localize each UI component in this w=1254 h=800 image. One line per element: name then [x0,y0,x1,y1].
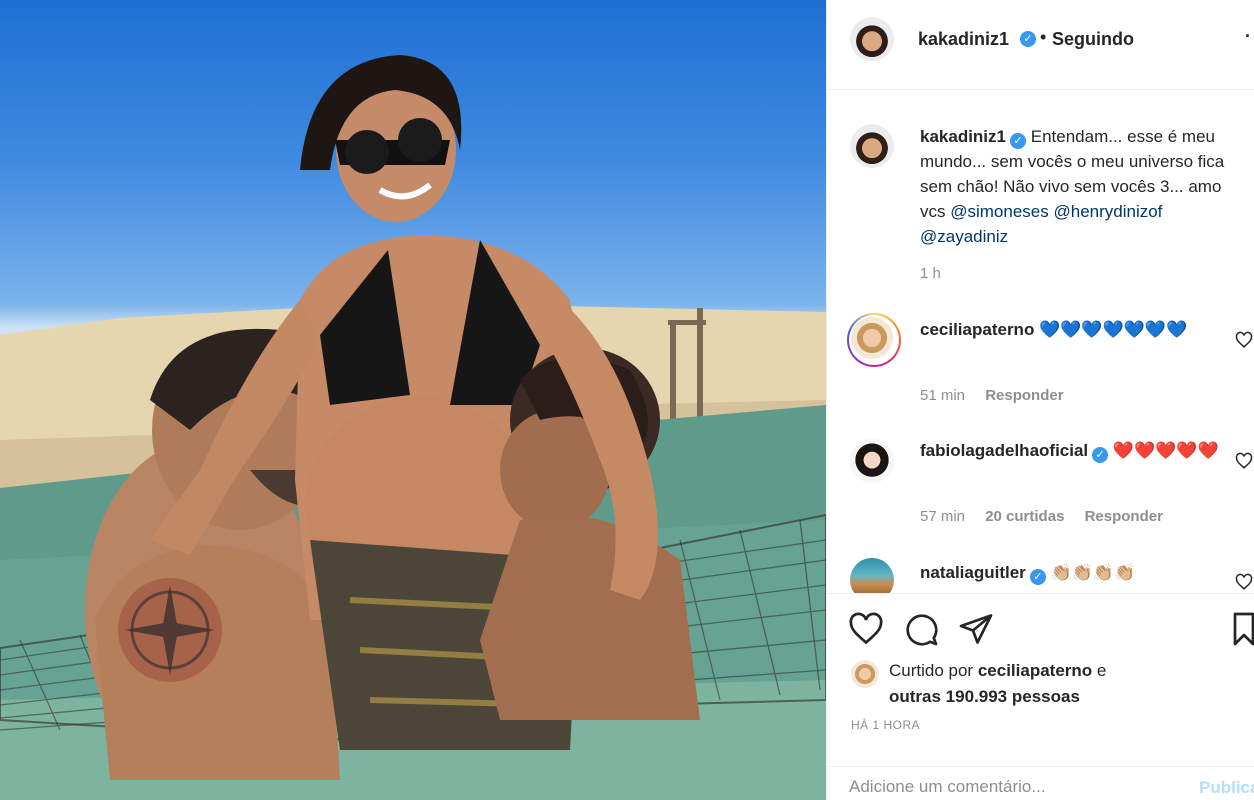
share-icon[interactable] [958,611,994,647]
mention-link[interactable]: @henrydinizof [1053,202,1162,221]
commenter-avatar[interactable] [850,439,894,483]
post-sidebar: kakadiniz1 ✓ • Seguindo · kakadiniz1 ✓ En… [826,0,1254,800]
comment-meta: 57 min 20 curtidas Responder [920,508,1179,525]
beach-family-photo [0,55,826,800]
reply-button[interactable]: Responder [985,387,1063,404]
post-actions: Curtido por ceciliapaterno e outras 190.… [827,593,1254,800]
liked-by-connector: e [1096,661,1107,680]
likes-text: Curtido por ceciliapaterno e outras 190.… [889,658,1249,710]
comment-username[interactable]: fabiolagadelhaoficial [920,441,1088,460]
post-timestamp[interactable]: HÁ 1 HORA [851,718,920,732]
comment-username[interactable]: nataliaguitler [920,563,1026,582]
comment-like-heart-icon[interactable] [1235,452,1253,470]
add-comment-bar: Publicar [827,766,1254,800]
mention-link[interactable]: @zayadiniz [920,227,1008,246]
more-options-icon[interactable]: · [1245,26,1251,47]
commenter-avatar[interactable] [851,317,893,359]
comment-time[interactable]: 51 min [920,387,965,404]
comment-input[interactable] [849,777,1179,797]
separator-dot: • [1040,27,1047,47]
author-avatar[interactable] [850,17,894,61]
comment-meta: 51 min Responder [920,387,1080,404]
comment-username[interactable]: ceciliapaterno [920,320,1034,339]
liker-avatar[interactable] [851,660,879,688]
comment-time[interactable]: 57 min [920,508,965,525]
post-header: kakadiniz1 ✓ • Seguindo · [827,0,1254,90]
author-username[interactable]: kakadiniz1 [918,29,1009,50]
following-button[interactable]: Seguindo [1052,29,1134,50]
story-ring[interactable] [847,313,901,367]
comment-like-heart-icon[interactable] [1235,331,1253,349]
verified-badge-icon: ✓ [1010,133,1026,149]
post-photo[interactable] [0,0,826,800]
comment-text: ❤️❤️❤️❤️❤️ [1112,441,1219,460]
comment-text-block: nataliaguitler ✓ 👏🏼👏🏼👏🏼👏🏼 [920,560,1250,585]
comment-text-block: fabiolagadelhaoficial ✓ ❤️❤️❤️❤️❤️ [920,438,1250,463]
comment-text: 👏🏼👏🏼👏🏼👏🏼 [1050,563,1136,582]
caption-text-block: kakadiniz1 ✓ Entendam... esse é meu mundo… [920,124,1250,249]
comment-text: 💙💙💙💙💙💙💙 [1039,320,1188,339]
liked-by-others[interactable]: outras 190.993 pessoas [889,687,1080,706]
comment-likes-count[interactable]: 20 curtidas [985,508,1064,525]
bookmark-icon[interactable] [1231,611,1254,647]
verified-badge-icon: ✓ [1020,31,1036,47]
reply-button[interactable]: Responder [1085,508,1163,525]
comment-like-heart-icon[interactable] [1235,573,1253,591]
caption-meta: 1 h [920,265,957,282]
verified-badge-icon: ✓ [1092,447,1109,463]
publish-button[interactable]: Publicar [1199,778,1254,798]
comment-text-block: ceciliapaterno 💙💙💙💙💙💙💙 [920,317,1250,342]
commenter-avatar[interactable] [850,558,894,593]
caption-avatar[interactable] [850,124,894,168]
liked-by-prefix: Curtido por [889,661,974,680]
comment-icon[interactable] [903,611,939,647]
heart-icon[interactable] [848,611,884,647]
verified-badge-icon: ✓ [1029,569,1046,585]
mention-link[interactable]: @simoneses [950,202,1049,221]
caption-time[interactable]: 1 h [920,265,941,282]
caption-username[interactable]: kakadiniz1 [920,127,1006,146]
comments-list[interactable]: kakadiniz1 ✓ Entendam... esse é meu mundo… [827,91,1254,593]
liked-by-user[interactable]: ceciliapaterno [978,661,1092,680]
